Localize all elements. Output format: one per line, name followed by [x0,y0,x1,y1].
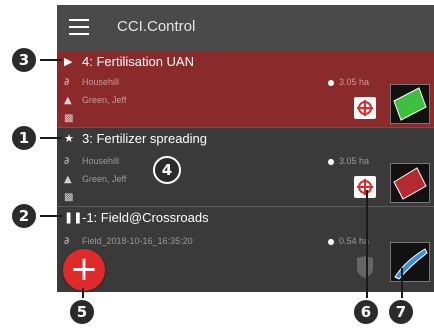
area-icon [327,158,335,166]
machine-icon: ▩ [64,192,74,203]
task-area: 3.05 ha [339,77,370,87]
area-icon [327,238,335,246]
callout-leader [366,190,368,298]
task-item[interactable]: ★ 3: Fertilizer spreading ∂ Househill ▲ … [57,128,434,207]
target-icon[interactable] [354,97,376,119]
task-area: 3.05 ha [339,156,370,166]
task-title: 3: Fertilizer spreading [82,131,207,146]
machine-icon: ▩ [64,113,74,124]
target-icon[interactable] [354,176,376,198]
callout-1: 1 [10,124,38,152]
task-worker: Green, Jeff [82,95,127,105]
task-item[interactable]: ❚❚ -1: Field@Crossroads ∂ Field_2018-10-… [57,207,434,292]
app-title: CCI.Control [117,18,196,35]
pause-icon: ❚❚ [64,211,83,224]
app-screen: CCI.Control ▶ 4: Fertilisation UAN ∂ Hou… [57,5,434,292]
task-worker: Green, Jeff [82,174,127,184]
task-item[interactable]: ▶ 4: Fertilisation UAN ∂ Househill ▲ Gre… [57,51,434,128]
top-bar: CCI.Control [57,5,434,51]
customer-icon: ∂ [64,156,70,167]
callout-leader [40,59,62,61]
callout-3: 3 [10,46,38,74]
hamburger-menu-icon[interactable] [69,19,89,35]
callout-7: 7 [387,298,415,326]
callout-6: 6 [352,298,380,326]
task-customer: Househill [82,156,120,166]
worker-icon: ▲ [64,174,72,185]
callout-leader [40,137,62,139]
callout-leader [82,288,84,298]
add-task-button[interactable]: + [63,249,105,291]
callout-5: 5 [68,298,96,326]
task-title: -1: Field@Crossroads [82,210,209,225]
customer-icon: ∂ [64,77,70,88]
callout-2: 2 [10,202,38,230]
play-icon: ▶ [64,55,73,68]
shield-icon [357,256,373,278]
task-customer: Field_2018-10-16_16:35:20 [82,236,193,246]
task-title: 4: Fertilisation UAN [82,54,194,69]
field-thumbnail[interactable] [390,242,430,282]
worker-icon: ▲ [64,95,72,106]
customer-icon: ∂ [64,236,70,247]
callout-leader [401,268,403,298]
area-icon [327,79,335,87]
callout-leader [40,215,62,217]
task-area: 0.54 ha [339,236,370,246]
callout-4: 4 [153,156,181,184]
task-customer: Househill [82,77,120,87]
field-thumbnail[interactable] [390,163,430,203]
field-thumbnail[interactable] [390,84,430,124]
star-icon: ★ [64,132,74,145]
